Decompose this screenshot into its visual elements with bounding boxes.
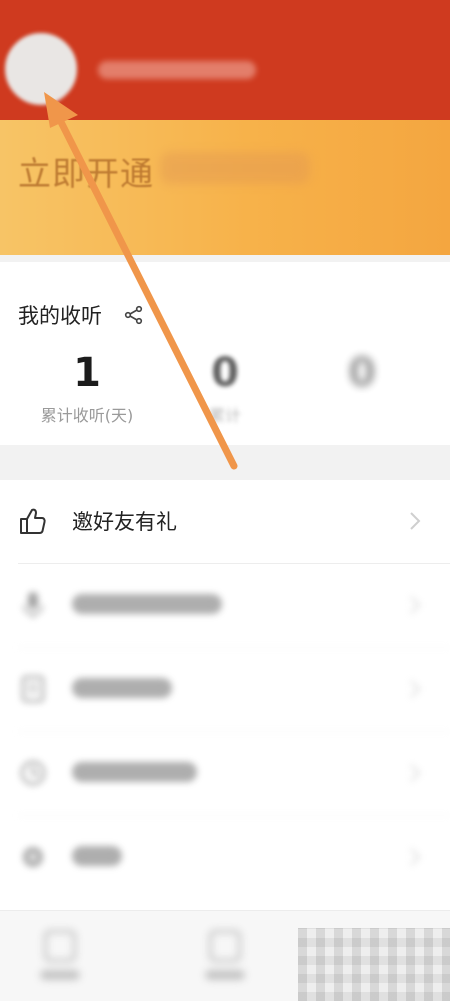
stat-second-value: 0 xyxy=(211,350,239,396)
menu-item-label-blurred xyxy=(72,846,122,871)
menu-item-5[interactable] xyxy=(0,816,450,900)
stat-days-label: 累计收听(天) xyxy=(40,406,134,425)
chevron-right-icon xyxy=(410,596,421,614)
stat-days-value: 1 xyxy=(73,350,101,396)
nav-label xyxy=(205,970,245,980)
menu-item-2[interactable] xyxy=(0,564,450,648)
username[interactable] xyxy=(98,61,256,79)
chevron-right-icon xyxy=(410,764,421,782)
mosaic-overlay xyxy=(298,928,450,1001)
chevron-right-icon xyxy=(410,848,421,866)
menu-list: 邀好友有礼 xyxy=(0,480,450,910)
library-icon xyxy=(209,930,241,962)
nav-label xyxy=(40,970,80,980)
menu-item-label-blurred xyxy=(72,678,172,703)
listening-title: 我的收听 xyxy=(18,304,102,328)
document-icon xyxy=(21,675,45,703)
menu-item-invite-friends[interactable]: 邀好友有礼 xyxy=(0,480,450,564)
vip-banner-text-blurred xyxy=(160,152,310,184)
clock-icon xyxy=(20,760,46,786)
menu-item-4[interactable] xyxy=(0,732,450,816)
share-icon[interactable] xyxy=(124,305,144,325)
stat-third-value: 0 xyxy=(348,350,376,396)
thumbs-up-icon xyxy=(20,508,46,534)
chevron-right-icon xyxy=(410,680,421,698)
chevron-right-icon xyxy=(410,512,421,530)
menu-item-3[interactable] xyxy=(0,648,450,732)
menu-item-label-blurred xyxy=(72,762,197,787)
bottom-nav-item-1[interactable] xyxy=(30,930,90,990)
bottom-nav-item-2[interactable] xyxy=(195,930,255,990)
microphone-icon xyxy=(23,592,43,618)
settings-icon xyxy=(23,847,43,867)
avatar[interactable] xyxy=(4,32,78,106)
menu-item-label: 邀好友有礼 xyxy=(72,510,177,534)
home-icon xyxy=(44,930,76,962)
menu-item-label-blurred xyxy=(72,594,222,619)
stat-second-label: 累计 xyxy=(208,406,241,425)
vip-banner-text: 立即开通 xyxy=(18,154,154,193)
